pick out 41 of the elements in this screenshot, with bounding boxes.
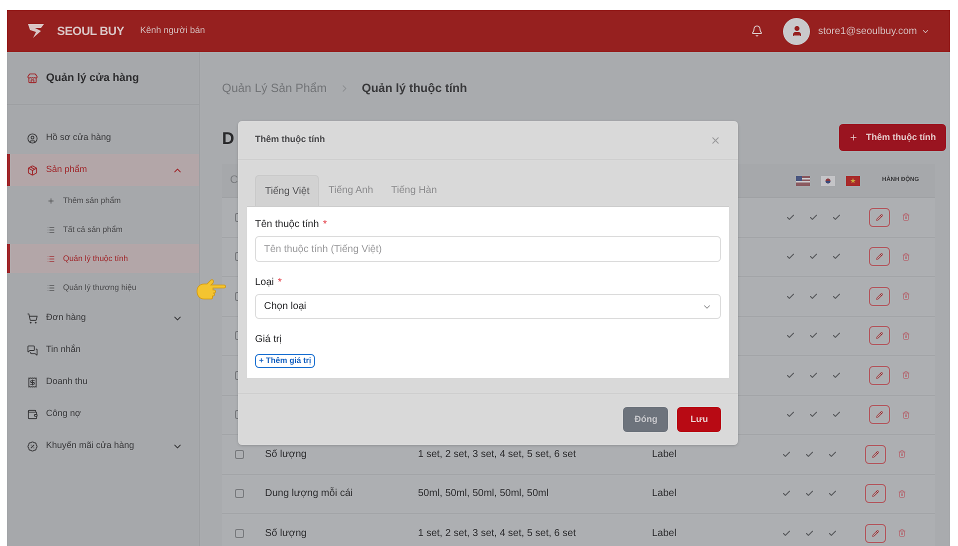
page-title: D (222, 128, 234, 150)
table-cell-text: Label (652, 448, 678, 462)
header-subtitle: Kênh người bán (140, 24, 206, 38)
table-cell-text: Label (652, 487, 678, 502)
sidebar-item[interactable]: Hồ sơ cửa hàng (7, 122, 199, 154)
sidebar-subitem[interactable]: Tất cả sản phẩm (7, 215, 199, 244)
sidebar-item[interactable]: Khuyến mãi cửa hàng (7, 430, 199, 462)
field-label: Loại (255, 276, 274, 290)
required-mark: * (322, 218, 327, 232)
brand-name: SEOUL BUY (57, 23, 124, 40)
sidebar-item[interactable]: Tin nhắn (7, 334, 199, 366)
language-tab[interactable]: Tiếng Việt (255, 175, 320, 206)
required-mark: * (278, 276, 282, 290)
field-label: Giá trị (255, 332, 282, 346)
field-label: Tên thuộc tính (255, 218, 319, 232)
sidebar-subitem[interactable]: Thêm sản phẩm (7, 186, 199, 215)
table-cell-text: Dung lượng mỗi cái (264, 486, 354, 502)
sidebar-item[interactable]: Sản phẩm (7, 154, 199, 186)
language-tab[interactable]: Tiếng Hàn (382, 175, 446, 206)
table-cell-text: 1 set, 2 set, 3 set, 4 set, 5 set, 6 set (417, 448, 577, 462)
table-cell-text: 50ml, 50ml, 50ml, 50ml, 50ml (417, 487, 550, 502)
language-tab[interactable]: Tiếng Anh (319, 175, 382, 206)
user-email[interactable]: store1@seoulbuy.com (818, 24, 917, 38)
sidebar-item[interactable]: Đơn hàng (7, 302, 199, 334)
sidebar-subitem[interactable]: Quản lý thuộc tính (7, 244, 199, 273)
sidebar-subitem[interactable]: Quản lý thương hiệu (7, 273, 199, 302)
table-cell-text: 1 set, 2 set, 3 set, 4 set, 5 set, 6 set (417, 526, 577, 541)
sidebar-item[interactable]: Công nợ (7, 398, 199, 430)
sidebar-item[interactable]: Doanh thu (7, 366, 199, 398)
breadcrumb-current: Quản lý thuộc tính (362, 80, 468, 97)
attribute-name-field[interactable]: Tên thuộc tính (Tiếng Việt) (255, 236, 721, 262)
close-button[interactable]: Đóng (623, 407, 668, 432)
type-select[interactable]: Chọn loại (255, 294, 721, 319)
add-value-button[interactable]: + Thêm giá trị (255, 354, 316, 368)
table-cell-text: Số lượng (264, 448, 308, 462)
table-cell-text: Label (652, 526, 678, 541)
save-button[interactable]: Lưu (677, 407, 721, 432)
table-cell-text: Số lượng (264, 526, 308, 541)
dialog-title: Thêm thuộc tính (255, 133, 325, 146)
sidebar-title: Quản lý cửa hàng (46, 70, 139, 86)
add-attribute-button[interactable]: Thêm thuộc tính (839, 124, 946, 151)
